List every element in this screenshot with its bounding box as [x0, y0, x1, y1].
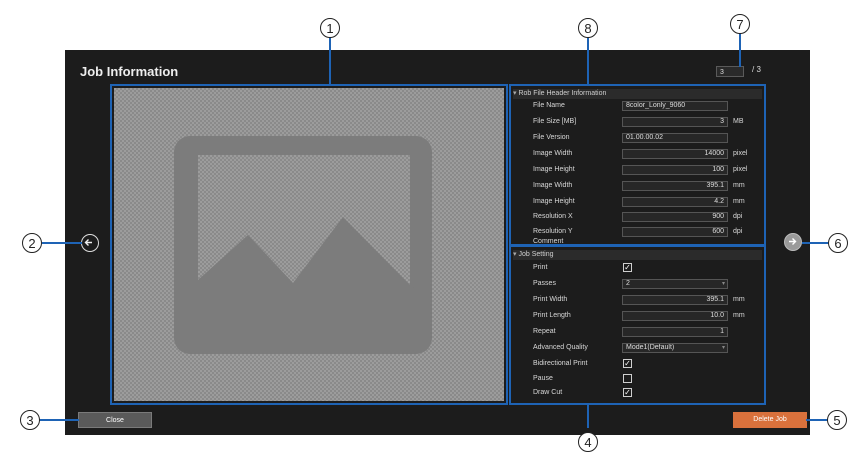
unit-label: mm [733, 182, 745, 189]
chevron-down-icon: ▾ [721, 345, 725, 351]
draw-cut-checkbox[interactable]: ✓ [623, 388, 632, 397]
advanced-quality-value: Mode1(Default) [626, 344, 675, 351]
row-label: Comment [533, 238, 564, 245]
passes-dropdown[interactable]: 2 ▾ [622, 279, 728, 289]
unit-label: mm [733, 198, 745, 205]
arrow-right-circle-icon [789, 238, 797, 245]
row-label: Image Width [533, 182, 573, 189]
image-height-mm-field: 4.2 [622, 197, 728, 207]
passes-value: 2 [626, 280, 630, 287]
file-name-field: 8color_Lonly_9060 [622, 101, 728, 111]
row-label: Resolution Y [533, 228, 573, 235]
callout-8: 8 [578, 18, 598, 38]
callout-5: 5 [827, 410, 847, 430]
callout-leader [806, 419, 828, 421]
image-width-px-field: 14000 [622, 149, 728, 159]
callout-leader [329, 37, 331, 85]
advanced-quality-dropdown[interactable]: Mode1(Default) ▾ [622, 343, 728, 353]
file-version-field: 01.00.00.02 [622, 133, 728, 143]
file-size-field: 3 [622, 117, 728, 127]
print-checkbox[interactable]: ✓ [623, 263, 632, 272]
callout-4: 4 [578, 432, 598, 452]
print-label: Print [533, 264, 548, 271]
previous-job-button[interactable] [81, 234, 99, 252]
unit-label: mm [733, 296, 745, 303]
row-label: Resolution X [533, 213, 573, 220]
callout-leader [42, 242, 82, 244]
header-section-title: ▾ Rob File Header Information [513, 89, 762, 99]
close-button[interactable]: Close [78, 412, 152, 428]
callout-leader [802, 242, 829, 244]
callout-7: 7 [730, 14, 750, 34]
image-width-mm-field: 395.1 [622, 181, 728, 191]
row-label: File Size [MB] [533, 118, 577, 125]
row-label: Image Height [533, 166, 575, 173]
row-label: Image Height [533, 198, 575, 205]
unit-label: dpi [733, 213, 743, 220]
page-number-input[interactable]: 3 [716, 66, 744, 77]
callout-leader [739, 33, 741, 67]
arrow-left-circle-icon [84, 239, 92, 246]
advanced-quality-label: Advanced Quality [533, 344, 588, 351]
unit-label: pixel [733, 166, 748, 173]
callout-6: 6 [828, 233, 848, 253]
passes-label: Passes [533, 280, 556, 287]
print-length-label: Print Length [533, 312, 571, 319]
unit-label: pixel [733, 150, 748, 157]
repeat-label: Repeat [533, 328, 556, 335]
callout-2: 2 [22, 233, 42, 253]
callout-3: 3 [20, 410, 40, 430]
resolution-y-field: 600 [622, 227, 728, 237]
print-length-input[interactable]: 10.0 [622, 311, 728, 321]
image-height-px-field: 100 [622, 165, 728, 175]
row-label: File Name [533, 102, 565, 109]
callout-leader [38, 419, 79, 421]
draw-cut-label: Draw Cut [533, 389, 563, 396]
callout-1: 1 [320, 18, 340, 38]
chevron-down-icon: ▾ [721, 281, 725, 287]
preview-outline [110, 84, 508, 405]
print-width-label: Print Width [533, 296, 568, 303]
bidirectional-checkbox[interactable]: ✓ [623, 359, 632, 368]
job-setting-section-title: ▾ Job Setting [513, 250, 762, 260]
callout-leader [587, 404, 589, 428]
resolution-x-field: 900 [622, 212, 728, 222]
unit-label: mm [733, 312, 745, 319]
pause-label: Pause [533, 375, 553, 382]
bidirectional-label: Bidirectional Print [533, 360, 588, 367]
row-label: Image Width [533, 150, 573, 157]
pause-checkbox[interactable] [623, 374, 632, 383]
dialog-title: Job Information [80, 64, 179, 79]
next-job-button[interactable] [784, 233, 802, 251]
delete-job-button[interactable]: Delete Job [733, 412, 807, 428]
repeat-input[interactable]: 1 [622, 327, 728, 337]
row-label: File Version [533, 134, 570, 141]
callout-leader [587, 37, 589, 85]
page-total: / 3 [752, 65, 761, 74]
print-width-input[interactable]: 395.1 [622, 295, 728, 305]
unit-label: MB [733, 118, 744, 125]
unit-label: dpi [733, 228, 743, 235]
